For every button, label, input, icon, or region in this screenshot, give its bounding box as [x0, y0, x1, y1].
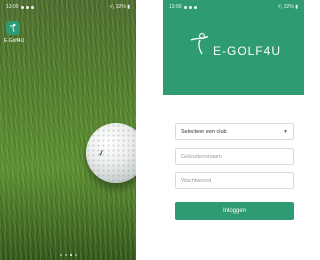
username-input[interactable]: Gebruikersnaam: [175, 148, 294, 165]
password-placeholder: Wachtwoord: [181, 177, 212, 184]
app-icon-label: E-Golf4U: [3, 38, 25, 44]
status-indicators: ²⁄₂ 32% ▮: [278, 4, 298, 10]
home-screen: 13:00 ¹⁄₂ 32% ▮ E-Golf4U ✓: [0, 0, 136, 260]
status-bar: 13:00 ¹⁄₂ 32% ▮: [0, 0, 136, 14]
brand-logo-text: E-GOLF4U: [213, 44, 282, 58]
notification-icon: [188, 5, 192, 9]
status-time: 13:00: [169, 4, 182, 10]
golfer-icon: [190, 33, 209, 55]
brand-logo: E-GOLF4U: [189, 30, 281, 58]
e-golf4u-app-icon[interactable]: [6, 21, 20, 35]
club-select[interactable]: Selecteer een club ▼: [175, 123, 294, 140]
app-header: 13:00 ²⁄₂ 32% ▮ E-GOLF4U: [163, 0, 304, 95]
notification-icon: [20, 5, 24, 9]
login-screen: 13:00 ²⁄₂ 32% ▮ E-GOLF4U Selecteer een c…: [163, 0, 304, 260]
login-button[interactable]: Inloggen: [175, 202, 294, 220]
notification-icon: [183, 5, 187, 9]
notification-icon: [25, 5, 29, 9]
password-input[interactable]: Wachtwoord: [175, 172, 294, 189]
club-select-value: Selecteer een club: [181, 128, 227, 135]
status-bar: 13:00 ²⁄₂ 32% ▮: [163, 0, 304, 14]
golf-ball-image: ✓: [86, 123, 136, 183]
golfer-icon: [9, 23, 16, 32]
username-placeholder: Gebruikersnaam: [181, 153, 222, 160]
notification-icon: [30, 5, 34, 9]
status-time: 13:00: [6, 4, 19, 10]
notification-icon: [193, 5, 197, 9]
page-indicator: [0, 254, 136, 256]
status-indicators: ¹⁄₂ 32% ▮: [110, 4, 130, 10]
chevron-down-icon: ▼: [283, 128, 288, 135]
